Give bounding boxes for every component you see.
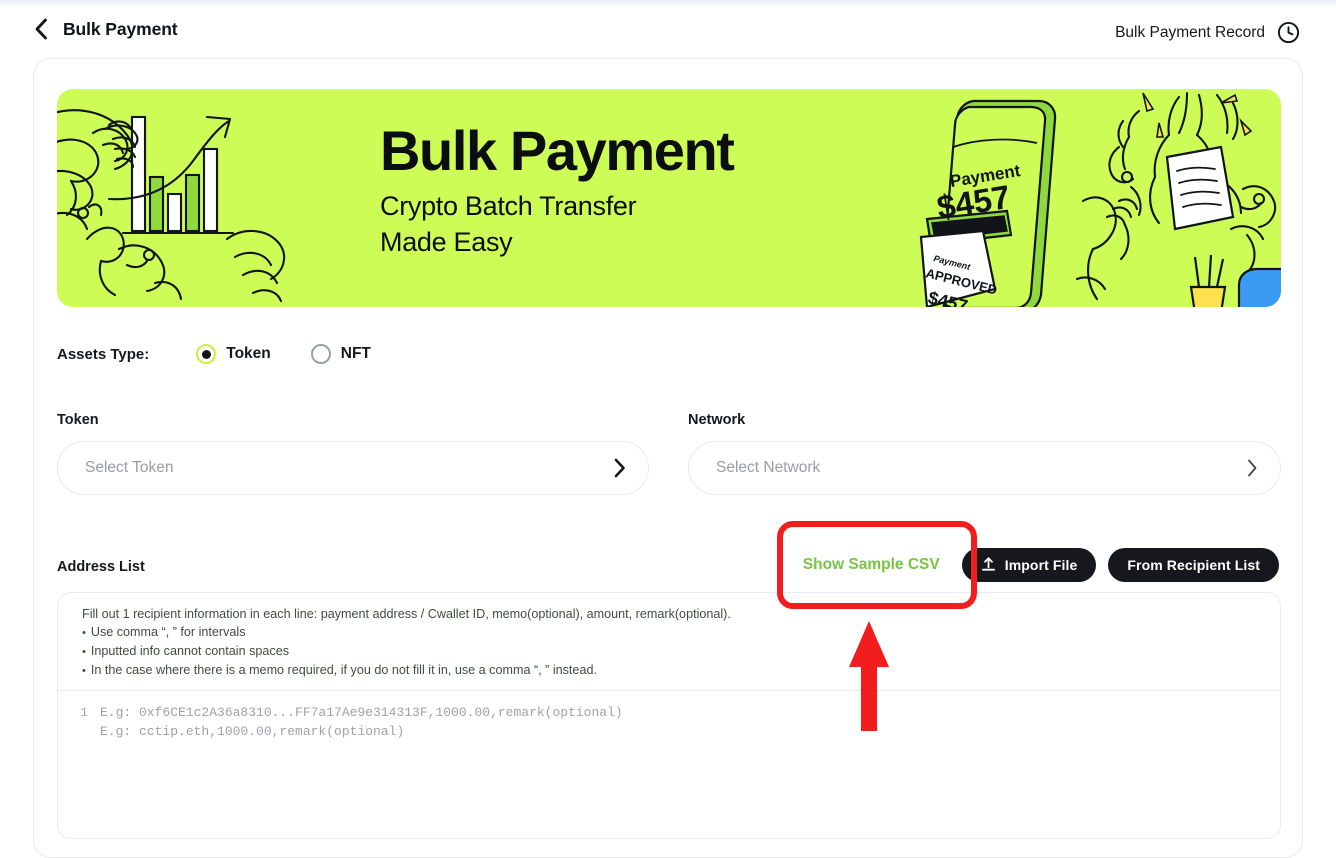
radio-token-dot xyxy=(201,349,211,359)
editor-placeholder: E.g: 0xf6CE1c2A36a8310...FF7a17Ae9e31431… xyxy=(88,703,623,741)
banner-title: Bulk Payment xyxy=(380,119,735,182)
help-bullet-3: • In the case where there is a memo requ… xyxy=(82,661,1256,680)
chevron-left-icon[interactable] xyxy=(33,18,49,40)
token-field-label: Token xyxy=(57,412,99,428)
radio-option-nft[interactable]: NFT xyxy=(310,344,371,364)
help-bullet-1-text: Use comma “, ” for intervals xyxy=(90,625,246,640)
help-bullet-2: • Inputted info cannot contain spaces xyxy=(82,642,1256,661)
bulk-payment-card: Payment $457 Payment APPROVED $457 Bulk … xyxy=(33,58,1303,858)
bullet-dot-icon: • xyxy=(82,645,86,658)
radio-option-token[interactable]: Token xyxy=(196,344,271,364)
from-recipient-list-button[interactable]: From Recipient List xyxy=(1108,548,1279,582)
top-gradient-strip xyxy=(0,0,1336,7)
radio-nft-label: NFT xyxy=(340,345,371,362)
address-list-help: Fill out 1 recipient information in each… xyxy=(58,593,1280,691)
show-sample-csv-button[interactable]: Show Sample CSV xyxy=(793,548,950,582)
bulk-payment-record-label: Bulk Payment Record xyxy=(1115,23,1265,41)
address-list-box: Fill out 1 recipient information in each… xyxy=(57,592,1281,839)
bullet-dot-icon: • xyxy=(82,664,86,677)
bullet-dot-icon: • xyxy=(82,627,86,640)
from-recipient-list-label: From Recipient List xyxy=(1127,557,1260,573)
assets-type-row: Assets Type: Token NFT xyxy=(57,344,371,364)
import-file-label: Import File xyxy=(1004,557,1078,573)
chevron-right-icon xyxy=(1248,459,1257,477)
upload-icon xyxy=(981,557,995,571)
token-select-placeholder: Select Token xyxy=(85,459,174,476)
help-intro: Fill out 1 recipient information in each… xyxy=(82,607,731,621)
bulk-payment-record-link[interactable]: Bulk Payment Record xyxy=(1115,21,1300,44)
help-bullet-1: • Use comma “, ” for intervals xyxy=(82,623,1256,642)
address-list-label: Address List xyxy=(57,559,145,575)
network-select[interactable]: Select Network xyxy=(688,441,1281,495)
radio-nft-indicator[interactable] xyxy=(310,344,331,364)
editor-placeholder-line-1: E.g: 0xf6CE1c2A36a8310...FF7a17Ae9e31431… xyxy=(100,704,623,720)
address-list-actions: Show Sample CSV Import File From Recipie… xyxy=(793,548,1279,582)
back-navigation[interactable]: Bulk Payment xyxy=(33,18,178,40)
editor-line-number: 1 xyxy=(80,704,88,720)
clock-icon[interactable] xyxy=(1277,21,1300,44)
import-file-button[interactable]: Import File xyxy=(961,548,1097,582)
token-select[interactable]: Select Token xyxy=(57,441,649,495)
network-select-placeholder: Select Network xyxy=(716,459,821,476)
network-field-label: Network xyxy=(688,412,746,428)
chevron-right-icon xyxy=(614,458,625,478)
assets-type-label: Assets Type: xyxy=(57,345,150,363)
help-bullet-3-text: In the case where there is a memo requir… xyxy=(90,662,597,677)
address-list-editor[interactable]: 1 E.g: 0xf6CE1c2A36a8310...FF7a17Ae9e314… xyxy=(58,691,1280,741)
banner-subtitle: Crypto Batch Transfer Made Easy xyxy=(380,191,637,258)
help-bullet-2-text: Inputted info cannot contain spaces xyxy=(90,643,290,658)
page-title: Bulk Payment xyxy=(63,18,178,39)
promo-banner: Payment $457 Payment APPROVED $457 Bulk … xyxy=(57,89,1281,307)
editor-placeholder-line-2: E.g: cctip.eth,1000.00,remark(optional) xyxy=(100,723,405,739)
banner-text-block: Bulk Payment Crypto Batch Transfer Made … xyxy=(380,119,735,261)
page-header: Bulk Payment Bulk Payment Record xyxy=(0,7,1336,56)
banner-left-illustration xyxy=(57,109,286,303)
radio-token-indicator[interactable] xyxy=(196,344,217,364)
radio-token-label: Token xyxy=(226,345,271,362)
banner-right-illustration: Payment $457 Payment APPROVED $457 xyxy=(919,91,1281,307)
